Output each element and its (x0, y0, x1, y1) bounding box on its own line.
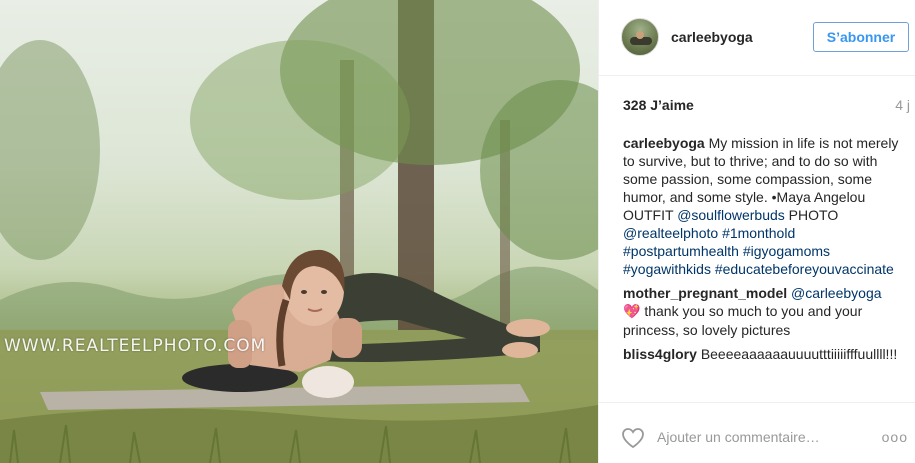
photo-watermark: WWW.REALTEELPHOTO.COM (4, 336, 267, 356)
post-header: carleebyoga S’abonner (599, 0, 915, 76)
comment-item: mother_pregnant_model @carleebyoga 💖 tha… (623, 284, 900, 339)
likes-count[interactable]: 328 J’aime (623, 97, 694, 113)
hashtag[interactable]: #igyogamoms (743, 243, 830, 259)
comments-list: carleebyoga My mission in life is not me… (623, 134, 900, 369)
header-username[interactable]: carleebyoga (671, 29, 753, 45)
stats-row: 328 J’aime 4 j (623, 97, 910, 117)
caption-username[interactable]: carleebyoga (623, 135, 705, 151)
hashtag[interactable]: #yogawithkids (623, 261, 711, 277)
post-side-panel: carleebyoga S’abonner 328 J’aime 4 j car… (598, 0, 915, 463)
comment-username[interactable]: bliss4glory (623, 346, 697, 362)
post-time[interactable]: 4 j (895, 97, 910, 113)
hashtag[interactable]: #postpartumhealth (623, 243, 739, 259)
mention-outfit[interactable]: @soulflowerbuds (677, 207, 785, 223)
caption: carleebyoga My mission in life is not me… (623, 134, 900, 278)
avatar-head (636, 31, 644, 39)
more-options-icon[interactable]: ooo (882, 429, 908, 445)
post-footer: Ajouter un commentaire… ooo (599, 402, 915, 463)
instagram-post: WWW.REALTEELPHOTO.COM carleebyoga S’abon… (0, 0, 915, 463)
heart-outline-icon[interactable] (621, 427, 645, 449)
avatar[interactable] (621, 18, 659, 56)
follow-button[interactable]: S’abonner (813, 22, 909, 52)
heart-emoji-icon: 💖 (623, 304, 641, 320)
comment-text: thank you so much to you and your prince… (623, 303, 863, 338)
comment-username[interactable]: mother_pregnant_model (623, 285, 787, 301)
comment-mention[interactable]: @carleebyoga (791, 285, 882, 301)
post-photo[interactable]: WWW.REALTEELPHOTO.COM (0, 0, 598, 463)
hashtag[interactable]: #1monthold (722, 225, 795, 241)
comment-text: Beeeeaaaaaauuuutttiiiiifffuullll!!! (700, 346, 898, 362)
caption-photo-word: PHOTO (784, 207, 839, 223)
hashtag[interactable]: #educatebeforeyouvaccinate (715, 261, 894, 277)
add-comment-input[interactable]: Ajouter un commentaire… (657, 429, 820, 445)
comment-item: bliss4glory Beeeeaaaaaauuuutttiiiiifffuu… (623, 345, 900, 363)
yoga-photo-illustration (0, 0, 598, 463)
mention-photo[interactable]: @realteelphoto (623, 225, 718, 241)
